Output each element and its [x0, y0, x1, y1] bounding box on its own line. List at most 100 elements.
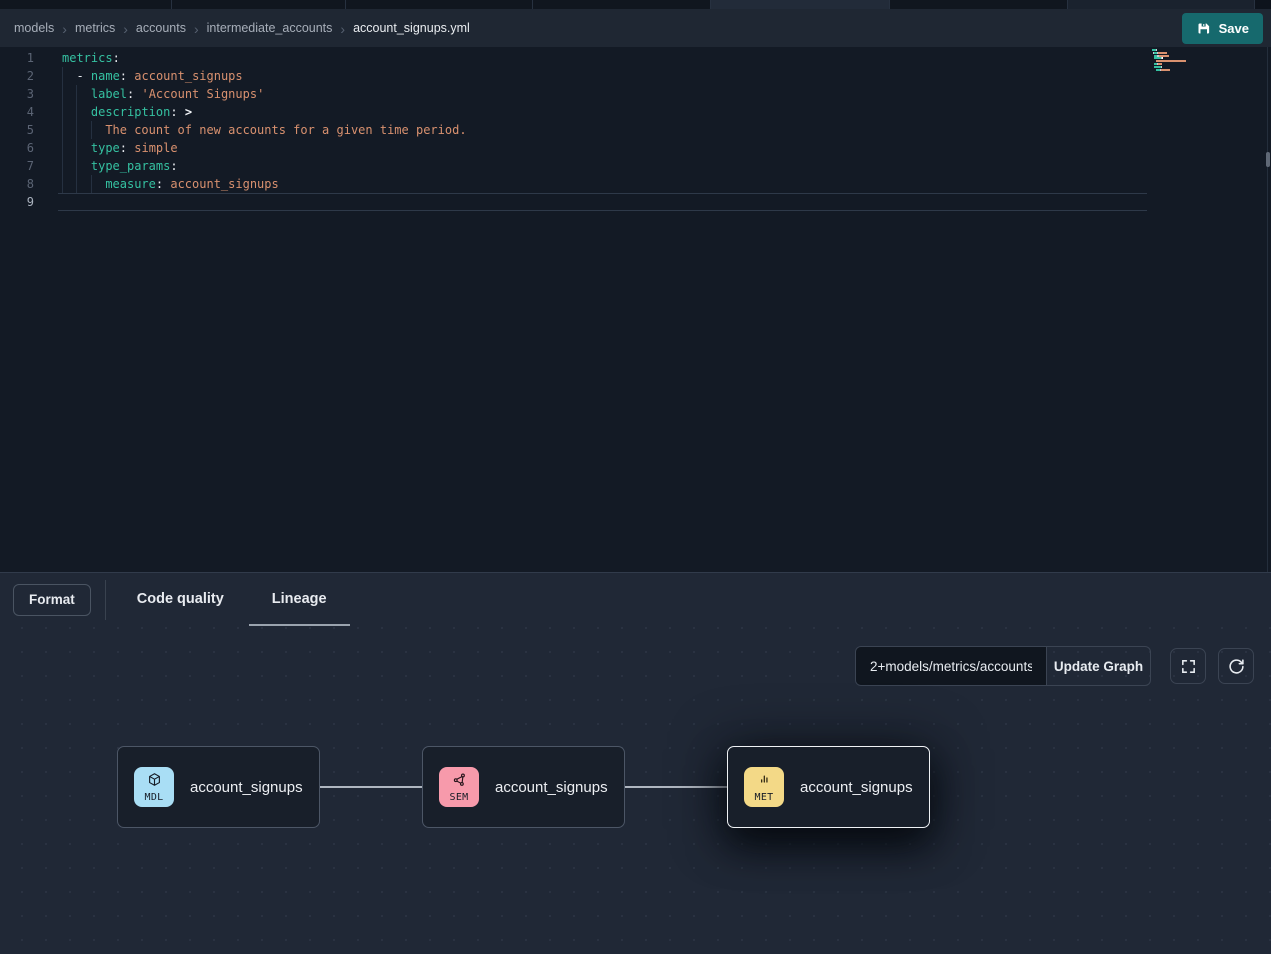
minimap-segment — [1161, 69, 1170, 71]
indent-guide — [76, 157, 90, 175]
code-token: : — [120, 141, 127, 155]
editor-tab-stub[interactable] — [1068, 0, 1255, 9]
code-token: name — [91, 69, 120, 83]
indent-guide — [76, 175, 90, 193]
code-token: 'Account Signups' — [141, 87, 264, 101]
breadcrumb-item[interactable]: account_signups.yml — [353, 21, 470, 35]
breadcrumb-separator-icon: › — [123, 21, 128, 36]
editor-tab-stub[interactable] — [533, 0, 711, 9]
code-line[interactable]: 4 description: > — [0, 103, 1271, 121]
minimap-segment — [1158, 52, 1167, 54]
minimap-segment — [1154, 66, 1161, 68]
minimap-segment — [1162, 57, 1163, 59]
breadcrumb-item[interactable]: models — [14, 21, 54, 35]
minimap-segment — [1156, 49, 1157, 51]
code-token: measure — [105, 177, 156, 191]
editor-tab-stub[interactable] — [890, 0, 1068, 9]
code-editor[interactable]: 1metrics:2 - name: account_signups3 labe… — [0, 47, 1271, 572]
format-button[interactable]: Format — [13, 584, 91, 616]
code-line[interactable]: 3 label: 'Account Signups' — [0, 85, 1271, 103]
breadcrumb-item[interactable]: accounts — [136, 21, 186, 35]
bottom-panel-header: Format Code quality Lineage — [0, 573, 1271, 626]
line-text: measure: account_signups — [62, 175, 279, 193]
lineage-edge — [320, 786, 422, 788]
line-text: metrics: — [62, 49, 120, 67]
minimap-segment — [1159, 55, 1169, 57]
breadcrumb-bar: models › metrics › accounts › intermediate_acc… — [0, 9, 1271, 47]
indent-guide — [62, 103, 76, 121]
code-token: description — [91, 105, 170, 119]
lineage-selector-input[interactable] — [856, 647, 1047, 685]
breadcrumb-item[interactable]: intermediate_accounts — [207, 21, 333, 35]
indent-guide — [76, 85, 90, 103]
line-text: label: 'Account Signups' — [62, 85, 264, 103]
code-line[interactable]: 1metrics: — [0, 49, 1271, 67]
code-token: simple — [134, 141, 177, 155]
breadcrumb-item[interactable]: metrics — [75, 21, 115, 35]
code-token: The count of new accounts for a given ti… — [105, 123, 466, 137]
line-number: 3 — [0, 85, 34, 103]
code-line[interactable]: 5 The count of new accounts for a given … — [0, 121, 1271, 139]
line-number: 9 — [0, 193, 34, 211]
lineage-node-sem[interactable]: SEMaccount_signups — [422, 746, 625, 828]
lineage-node-mdl[interactable]: MDLaccount_signups — [117, 746, 320, 828]
minimap-line — [1152, 60, 1186, 62]
breadcrumb-separator-icon: › — [62, 21, 67, 36]
editor-scrollbar-thumb[interactable] — [1266, 152, 1270, 167]
code-line[interactable]: 6 type: simple — [0, 139, 1271, 157]
minimap-segment — [1161, 66, 1162, 68]
lineage-node-met[interactable]: METaccount_signups — [727, 746, 930, 828]
save-button[interactable]: Save — [1182, 13, 1263, 44]
tab-lineage[interactable]: Lineage — [255, 573, 344, 626]
code-token: : — [170, 159, 177, 173]
editor-tab-stub[interactable] — [0, 0, 172, 9]
editor-tab-stub[interactable] — [711, 0, 890, 9]
refresh-button[interactable] — [1218, 648, 1254, 684]
lineage-graph-canvas[interactable]: Update Graph MDLaccount_signups SEMaccoun… — [0, 626, 1271, 954]
editor-scroll-track — [1267, 47, 1268, 572]
indent-guide — [62, 139, 76, 157]
node-label: account_signups — [800, 779, 913, 796]
line-number: 2 — [0, 67, 34, 85]
indent-guide — [76, 103, 90, 121]
code-line[interactable]: 7 type_params: — [0, 157, 1271, 175]
code-line[interactable]: 2 - name: account_signups — [0, 67, 1271, 85]
update-graph-button[interactable]: Update Graph — [1047, 647, 1150, 685]
code-token: type_params — [91, 159, 170, 173]
minimap[interactable] — [1152, 49, 1210, 93]
minimap-segment — [1156, 60, 1186, 62]
refresh-icon — [1228, 658, 1245, 675]
line-number: 6 — [0, 139, 34, 157]
code-token: metrics — [62, 51, 113, 65]
line-text: The count of new accounts for a given ti… — [62, 121, 467, 139]
minimap-segment — [1158, 63, 1162, 65]
line-text: - name: account_signups — [62, 67, 243, 85]
code-token: > — [185, 105, 192, 119]
indent-guide — [91, 175, 105, 193]
code-line-current[interactable]: 9 — [0, 193, 1271, 211]
code-token: - — [76, 69, 90, 83]
editor-tab-stub[interactable] — [172, 0, 346, 9]
code-token: account_signups — [134, 69, 242, 83]
code-token: : — [113, 51, 120, 65]
indent-guide — [62, 175, 76, 193]
indent-guide — [62, 121, 76, 139]
code-line[interactable]: 8 measure: account_signups — [0, 175, 1271, 193]
breadcrumb-separator-icon: › — [340, 21, 345, 36]
code-token: : — [170, 105, 177, 119]
save-button-label: Save — [1219, 21, 1249, 36]
minimap-line — [1152, 69, 1170, 71]
fullscreen-icon — [1180, 658, 1197, 675]
code-token: label — [91, 87, 127, 101]
code-token: type — [91, 141, 120, 155]
line-text: type_params: — [62, 157, 178, 175]
fullscreen-button[interactable] — [1170, 648, 1206, 684]
ide-window: models › metrics › accounts › intermediate_acc… — [0, 0, 1271, 954]
indent-guide — [62, 157, 76, 175]
tab-code-quality[interactable]: Code quality — [120, 573, 241, 626]
node-label: account_signups — [190, 779, 303, 796]
code-token — [178, 105, 185, 119]
header-divider — [105, 580, 106, 620]
node-label: account_signups — [495, 779, 608, 796]
editor-tab-stub[interactable] — [346, 0, 533, 9]
